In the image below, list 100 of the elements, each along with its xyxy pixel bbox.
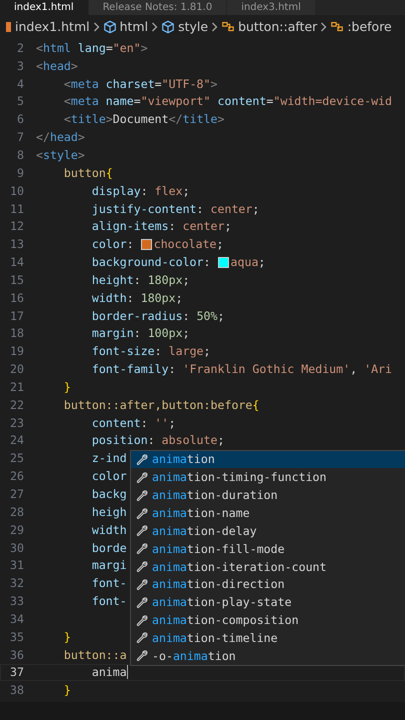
editor-tab[interactable]: Release Notes: 1.81.0: [88, 0, 228, 15]
code-token: font-: [90, 576, 127, 590]
code-token: title: [182, 112, 218, 126]
code-token: 'Franklin Gothic Medium': [182, 362, 350, 376]
suggestion-item[interactable]: animation-timeline: [131, 628, 405, 647]
code-token: lang: [76, 40, 106, 55]
line-number: 9: [16, 166, 25, 180]
color-swatch[interactable]: [140, 238, 152, 250]
code-token: Document: [112, 112, 169, 126]
code-token: 180px: [148, 272, 183, 287]
line-number: 24: [9, 433, 25, 448]
code-token: anima: [90, 665, 127, 680]
wrench-icon: [135, 488, 148, 502]
code-token: ;: [176, 290, 183, 305]
code-token: button::a: [62, 648, 127, 662]
code-token: style: [42, 148, 78, 162]
code-token: >: [210, 76, 218, 91]
code-token: {: [252, 398, 260, 412]
code-token: </: [168, 112, 183, 126]
code-token: >: [78, 148, 85, 162]
code-token: 180px: [140, 290, 176, 305]
code-token: '': [154, 416, 169, 430]
line-number: 13: [9, 237, 25, 252]
line-number: 35: [9, 630, 25, 644]
code-token: ;: [218, 433, 224, 448]
code-token: ;: [224, 219, 232, 234]
code-token: 100px: [148, 326, 183, 340]
code-token: html: [42, 40, 71, 55]
suggestion-item[interactable]: -o-animation: [131, 646, 405, 665]
suggestion-item[interactable]: animation-delay: [131, 522, 405, 540]
color-swatch[interactable]: [218, 256, 228, 268]
line-number: 19: [9, 344, 25, 358]
code-token: :: [154, 344, 163, 358]
line-number: 20: [9, 362, 25, 376]
breadcrumb-item[interactable]: :before: [347, 19, 392, 34]
code-token: button::after,button:before: [62, 398, 252, 412]
code-token: }: [62, 630, 71, 644]
code-token: :: [126, 237, 135, 252]
code-token: >: [78, 130, 85, 144]
suggestion-item[interactable]: animation-direction: [131, 575, 405, 594]
chevron-icon: [320, 22, 328, 32]
breadcrumb-item[interactable]: style: [178, 19, 208, 34]
editor-tab[interactable]: index1.html: [0, 0, 89, 15]
line-number: 4: [16, 76, 25, 91]
code-token: border-radius: [90, 308, 183, 323]
code-token: 50%: [196, 308, 218, 323]
line-number: 8: [16, 148, 25, 162]
file-icon: [6, 20, 12, 32]
code-token: font-: [90, 594, 127, 608]
cube-icon: [161, 20, 176, 34]
line-number: 17: [9, 308, 25, 323]
suggestion-item[interactable]: animation-play-state: [131, 593, 405, 612]
wrench-icon: [135, 578, 148, 591]
code-token: =: [266, 94, 274, 108]
line-number: 38: [9, 683, 25, 698]
code-token: :: [140, 416, 149, 430]
code-token: "en": [112, 40, 141, 55]
code-token: absolute: [162, 433, 218, 448]
wrench-icon: [135, 596, 148, 609]
code-token: width: [90, 290, 127, 305]
line-number: 6: [16, 112, 25, 126]
code-token: "viewport": [140, 94, 211, 108]
breadcrumb-item[interactable]: index1.html: [15, 19, 90, 34]
line-number: 11: [9, 202, 25, 216]
code-token: ;: [204, 344, 211, 358]
code-token: ;: [258, 255, 266, 270]
code-token: ;: [218, 308, 224, 323]
suggestion-item[interactable]: animation-name: [131, 504, 405, 522]
breadcrumb-item[interactable]: button::after: [238, 19, 318, 34]
code-token: >: [106, 112, 113, 126]
line-number: 18: [9, 326, 25, 340]
code-token: aqua: [230, 255, 258, 270]
code-token: }: [62, 683, 71, 698]
line-number: 32: [9, 576, 25, 590]
code-token: height: [90, 272, 134, 287]
suggestion-item[interactable]: animation-fill-mode: [131, 540, 405, 558]
code-token: head: [42, 58, 71, 73]
code-token: :: [182, 308, 191, 323]
code-token: "width=device-wid: [273, 94, 392, 108]
suggestion-item[interactable]: animation: [131, 450, 405, 468]
suggestion-item[interactable]: animation-composition: [131, 611, 405, 629]
line-number: 31: [9, 558, 25, 572]
wrench-icon: [135, 631, 148, 644]
breadcrumb-item[interactable]: html: [120, 19, 148, 34]
code-token: title: [70, 112, 106, 126]
code-token: head: [50, 130, 78, 144]
code-token: align-items: [90, 219, 169, 234]
suggestion-item[interactable]: animation-iteration-count: [131, 558, 405, 576]
code-token: :: [168, 362, 177, 376]
code-token: position: [90, 433, 148, 448]
code-token: heigh: [90, 504, 127, 519]
code-token: :: [134, 272, 142, 287]
code-token: content: [216, 94, 266, 108]
code-token: content: [90, 416, 141, 430]
code-token: >: [140, 40, 148, 55]
editor-tab[interactable]: index3.html: [227, 0, 316, 15]
suggestion-item[interactable]: animation-duration: [131, 486, 405, 504]
suggestion-item[interactable]: animation-timing-function: [131, 468, 405, 486]
code-token: 'Ari: [364, 362, 392, 376]
code-token: :: [196, 202, 205, 216]
